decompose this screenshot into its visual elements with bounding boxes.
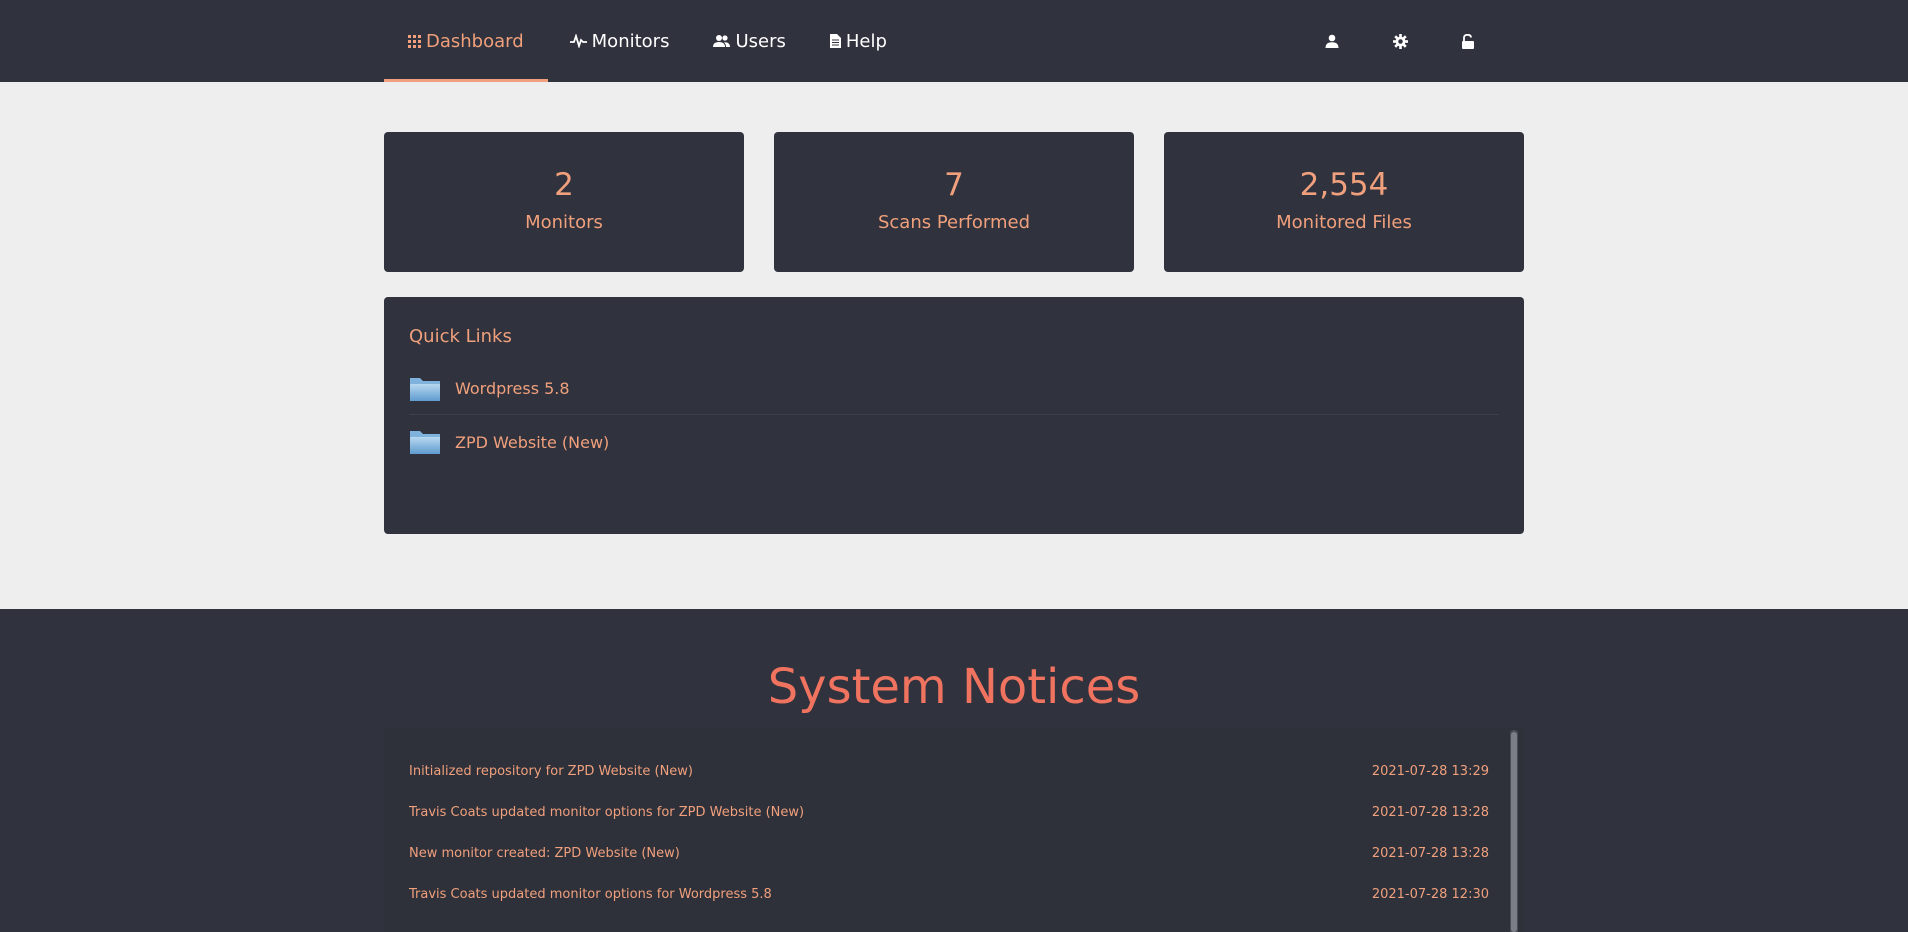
tab-monitors-label: Monitors xyxy=(591,30,670,52)
stats-row: 2 Monitors 7 Scans Performed 2,554 Monit… xyxy=(384,132,1524,272)
quick-link-item[interactable]: ZPD Website (New) xyxy=(409,416,1499,468)
quick-links-panel: Quick Links Wordpress 5.8 ZPD Website (N… xyxy=(384,297,1524,534)
top-navbar: Dashboard Monitors Users Help xyxy=(0,0,1908,82)
stat-label: Scans Performed xyxy=(877,212,1030,233)
stat-label: Monitored Files xyxy=(1276,212,1412,233)
notices-scrollbar[interactable] xyxy=(1510,730,1518,932)
notice-text: Initialized repository for ZPD Website (… xyxy=(409,764,694,779)
notice-row: Initialized repository for ZPD Website (… xyxy=(409,751,1489,792)
tab-dashboard[interactable]: Dashboard xyxy=(384,0,548,82)
nav-tabs: Dashboard Monitors Users Help xyxy=(384,0,909,82)
stat-card-scans: 7 Scans Performed xyxy=(774,132,1134,272)
stat-card-files: 2,554 Monitored Files xyxy=(1164,132,1524,272)
notices-list[interactable]: Initialized repository for ZPD Website (… xyxy=(384,728,1524,932)
tab-help[interactable]: Help xyxy=(808,0,909,82)
tab-users-label: Users xyxy=(735,30,786,52)
notice-row: New monitor created: ZPD Website (New) 2… xyxy=(409,833,1489,874)
tab-help-label: Help xyxy=(845,30,887,52)
nav-right-icons xyxy=(1298,0,1502,82)
notice-timestamp: 2021-07-28 13:28 xyxy=(1371,805,1489,820)
folder-icon xyxy=(409,428,441,456)
navbar-inner: Dashboard Monitors Users Help xyxy=(384,0,1524,82)
gear-icon[interactable] xyxy=(1366,0,1434,82)
tab-dashboard-label: Dashboard xyxy=(426,30,524,52)
folder-icon xyxy=(409,375,441,403)
pulse-icon xyxy=(569,34,587,48)
user-icon[interactable] xyxy=(1298,0,1366,82)
stat-card-monitors: 2 Monitors xyxy=(384,132,744,272)
notice-text: New monitor created: ZPD Website (New) xyxy=(409,846,680,861)
users-icon xyxy=(713,34,731,48)
notice-timestamp: 2021-07-28 13:28 xyxy=(1371,846,1489,861)
system-notices-section: System Notices Initialized repository fo… xyxy=(0,609,1908,932)
grid-dots-icon xyxy=(408,34,421,48)
tab-users[interactable]: Users xyxy=(691,0,807,82)
notice-row: Travis Coats updated monitor options for… xyxy=(409,874,1489,915)
notice-row: Travis Coats updated monitor options for… xyxy=(409,792,1489,833)
quick-link-name: ZPD Website (New) xyxy=(455,432,610,452)
stat-value: 2 xyxy=(554,167,574,203)
quick-links-title: Quick Links xyxy=(409,326,512,347)
unlock-icon[interactable] xyxy=(1434,0,1502,82)
notice-text: Travis Coats updated monitor options for… xyxy=(409,887,772,902)
tab-monitors[interactable]: Monitors xyxy=(548,0,692,82)
stat-value: 2,554 xyxy=(1299,167,1389,203)
notice-timestamp: 2021-07-28 12:30 xyxy=(1371,887,1489,902)
stat-label: Monitors xyxy=(525,212,603,233)
notice-timestamp: 2021-07-28 13:29 xyxy=(1371,764,1489,779)
quick-link-name: Wordpress 5.8 xyxy=(455,379,570,398)
document-icon xyxy=(829,34,841,48)
notice-text: Travis Coats updated monitor options for… xyxy=(409,805,805,820)
quick-link-item[interactable]: Wordpress 5.8 xyxy=(409,363,1499,415)
system-notices-title: System Notices xyxy=(767,659,1141,715)
notices-scrollbar-thumb[interactable] xyxy=(1511,732,1517,932)
stat-value: 7 xyxy=(944,167,964,203)
